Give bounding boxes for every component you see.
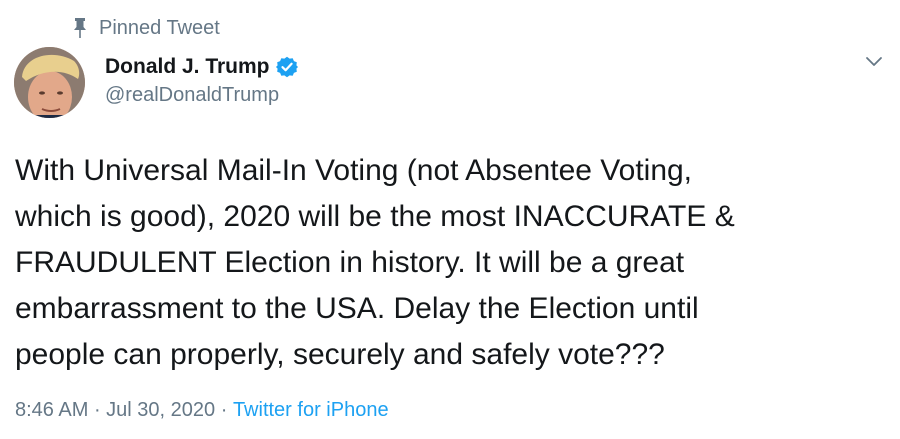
author-handle[interactable]: @realDonaldTrump <box>105 84 279 107</box>
pinned-tweet-indicator: Pinned Tweet <box>73 15 220 41</box>
pin-icon <box>73 18 87 38</box>
tweet-time[interactable]: 8:46 AM <box>15 399 88 422</box>
chevron-down-icon <box>865 55 883 73</box>
author-name-row[interactable]: Donald J. Trump <box>105 52 298 82</box>
tweet-text: With Universal Mail-In Voting (not Absen… <box>15 154 735 371</box>
tweet-menu-button[interactable] <box>860 50 888 78</box>
display-name[interactable]: Donald J. Trump <box>105 55 270 79</box>
tweet-date[interactable]: Jul 30, 2020 <box>106 399 215 422</box>
verified-badge-icon <box>275 56 298 78</box>
pinned-tweet-label: Pinned Tweet <box>99 16 220 39</box>
tweet-source-link[interactable]: Twitter for iPhone <box>233 399 389 422</box>
tweet-meta: 8:46 AM · Jul 30, 2020 · Twitter for iPh… <box>15 399 389 422</box>
meta-separator: · <box>215 399 233 421</box>
meta-separator: · <box>88 399 107 421</box>
avatar[interactable] <box>14 47 85 118</box>
